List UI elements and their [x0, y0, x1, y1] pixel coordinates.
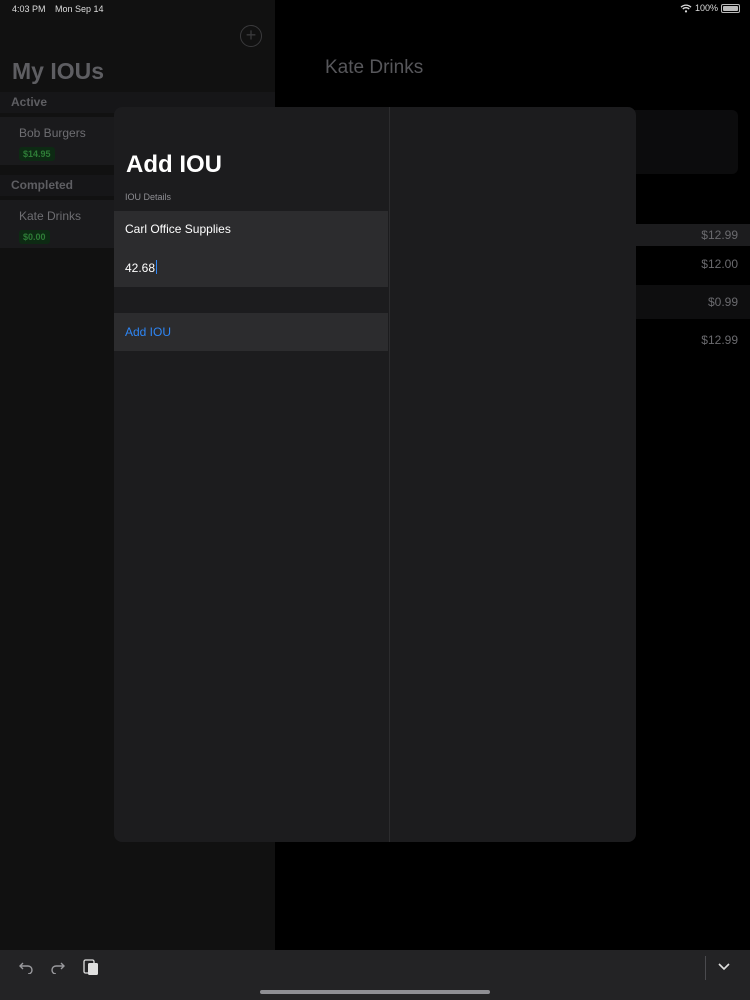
- name-value: Carl Office Supplies: [125, 222, 231, 236]
- add-iou-sheet: Add IOU IOU Details Carl Office Supplies…: [114, 107, 636, 842]
- paste-icon[interactable]: [83, 958, 99, 976]
- section-caption: IOU Details: [125, 192, 172, 202]
- redo-icon[interactable]: [50, 960, 66, 974]
- iou-details-group: Carl Office Supplies 42.68: [114, 211, 388, 287]
- add-iou-button-label: Add IOU: [125, 325, 172, 339]
- amount-value: 42.68: [125, 261, 156, 275]
- undo-icon[interactable]: [18, 960, 34, 974]
- status-time: 4:03 PM: [12, 4, 46, 14]
- status-date: Mon Sep 14: [55, 4, 104, 14]
- amount-field[interactable]: 42.68: [125, 260, 158, 275]
- name-field[interactable]: Carl Office Supplies: [125, 222, 231, 236]
- chevron-down-icon[interactable]: [717, 962, 731, 972]
- status-bar: 4:03 PM Mon Sep 14 100%: [0, 0, 750, 18]
- page-title: My IOUs: [12, 58, 105, 84]
- list-item-name: Bob Burgers: [19, 126, 86, 140]
- add-iou-button[interactable]: Add IOU: [114, 313, 388, 351]
- text-cursor: [156, 260, 158, 274]
- wifi-icon: [680, 3, 692, 12]
- plus-circle-icon[interactable]: +: [240, 25, 262, 47]
- status-right: 100%: [680, 3, 740, 13]
- list-item-name: Kate Drinks: [19, 209, 82, 223]
- home-indicator: [260, 990, 490, 994]
- modal-divider: [389, 107, 390, 842]
- app-screen: 4:03 PM Mon Sep 14 100% + My IOUs Active…: [0, 0, 750, 1000]
- battery-percent: 100%: [694, 3, 718, 13]
- modal-title: Add IOU: [126, 151, 222, 178]
- amount-badge: $14.95: [19, 147, 55, 161]
- amount-badge: $0.00: [19, 230, 50, 244]
- battery-icon: [721, 3, 740, 13]
- toolbar-separator: [705, 956, 706, 980]
- detail-title: Kate Drinks: [325, 57, 424, 78]
